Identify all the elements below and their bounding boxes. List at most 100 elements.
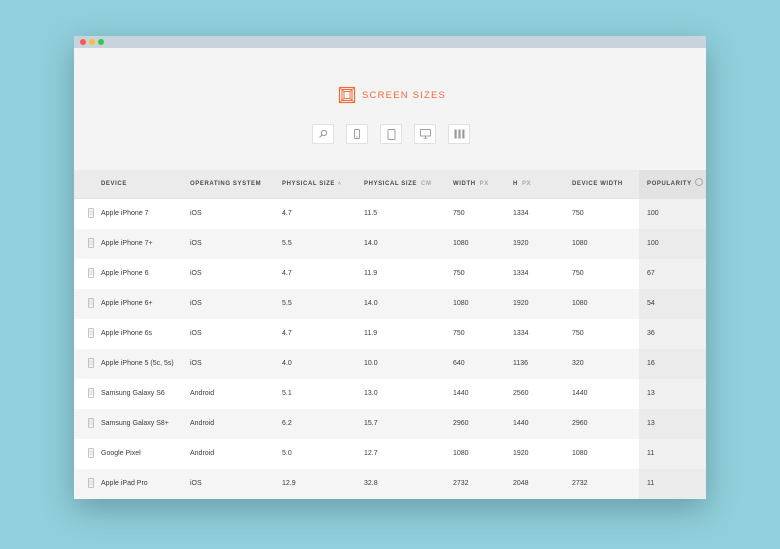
device-icon: [88, 265, 94, 283]
table-header: DEVICE OPERATING SYSTEM PHYSICAL SIZE ˄ P…: [74, 170, 706, 199]
cell-height: 1440: [513, 420, 529, 427]
cell-device: Apple iPhone 7: [101, 210, 149, 217]
table-row[interactable]: Apple iPhone 6s iOS 4.7 11.9 750 1334 750 36: [74, 319, 706, 349]
cell-device-width: 1080: [572, 450, 588, 457]
table-row[interactable]: Samsung Galaxy S8+ Android 6.2 15.7 2960 1440…: [74, 409, 706, 439]
cell-physical-size: 4.0: [282, 360, 292, 367]
table-row[interactable]: Apple iPhone 5 (5c, 5s) iOS 4.0 10.0 640 1136…: [74, 349, 706, 379]
device-icon: [88, 205, 94, 223]
cell-width: 750: [453, 330, 465, 337]
cell-popularity: 13: [647, 390, 655, 397]
cell-width: 2732: [453, 480, 469, 487]
cell-device: Apple iPhone 6s: [101, 330, 152, 337]
cell-physical-size: 5.5: [282, 300, 292, 307]
col-physical-size[interactable]: PHYSICAL SIZE ˄: [282, 170, 342, 198]
screen-sizes-logo-icon: [338, 86, 356, 104]
cell-width: 1440: [453, 390, 469, 397]
cell-device: Apple iPhone 5 (5c, 5s): [101, 360, 174, 367]
filter-toolbar: [312, 124, 482, 144]
maximize-window-button[interactable]: [98, 39, 104, 45]
cell-height: 2048: [513, 480, 529, 487]
brand-logo[interactable]: SCREEN SIZES: [338, 86, 446, 104]
cell-height: 1136: [513, 360, 529, 367]
tablet-filter-button[interactable]: [380, 124, 402, 144]
cell-os: iOS: [190, 480, 202, 487]
search-button[interactable]: [312, 124, 334, 144]
cell-physical-size: 5.0: [282, 450, 292, 457]
cell-physical-size: 4.7: [282, 330, 292, 337]
col-os[interactable]: OPERATING SYSTEM: [190, 170, 261, 198]
col-popularity[interactable]: POPULARITY: [647, 170, 703, 198]
cell-device-width: 750: [572, 330, 584, 337]
brand-title: SCREEN SIZES: [362, 89, 447, 101]
table-row[interactable]: Google Pixel Android 5.0 12.7 1080 1920 1080 11: [74, 439, 706, 469]
cell-device-width: 320: [572, 360, 584, 367]
cell-os: Android: [190, 390, 215, 397]
cell-height: 1334: [513, 330, 529, 337]
cell-os: iOS: [190, 210, 202, 217]
table-row[interactable]: Apple iPhone 6 iOS 4.7 11.9 750 1334 750 67: [74, 259, 706, 289]
device-icon: [88, 325, 94, 343]
cell-physical-size: 5.1: [282, 390, 292, 397]
cell-popularity: 54: [647, 300, 655, 307]
cell-physical-size-cm: 14.0: [364, 300, 378, 307]
cell-device-width: 750: [572, 270, 584, 277]
table-row[interactable]: Samsung Galaxy S6 Android 5.1 13.0 1440 2560 1…: [74, 379, 706, 409]
grid-icon: [454, 129, 465, 139]
col-device[interactable]: DEVICE: [101, 170, 127, 198]
cell-popularity: 36: [647, 330, 655, 337]
col-height[interactable]: H PX: [513, 170, 531, 198]
cell-width: 1080: [453, 240, 469, 247]
cell-device: Apple iPhone 6+: [101, 300, 153, 307]
cell-physical-size-cm: 32.8: [364, 480, 378, 487]
device-icon: [88, 475, 94, 493]
col-physical-size-cm[interactable]: PHYSICAL SIZE CM: [364, 170, 432, 198]
device-icon: [88, 445, 94, 463]
cell-os: iOS: [190, 360, 202, 367]
cell-device-width: 1440: [572, 390, 588, 397]
cell-width: 640: [453, 360, 465, 367]
cell-height: 1334: [513, 270, 529, 277]
table-row[interactable]: Apple iPhone 6+ iOS 5.5 14.0 1080 1920 1080 54: [74, 289, 706, 319]
cell-height: 1920: [513, 300, 529, 307]
desktop-filter-button[interactable]: [414, 124, 436, 144]
cell-height: 2560: [513, 390, 529, 397]
cell-physical-size: 12.9: [282, 480, 296, 487]
cell-os: Android: [190, 420, 215, 427]
phone-filter-button[interactable]: [346, 124, 368, 144]
all-devices-filter-button[interactable]: [448, 124, 470, 144]
cell-device-width: 1080: [572, 240, 588, 247]
cell-os: iOS: [190, 330, 202, 337]
cell-physical-size: 5.5: [282, 240, 292, 247]
table-row[interactable]: Apple iPhone 7+ iOS 5.5 14.0 1080 1920 1080 100: [74, 229, 706, 259]
cell-physical-size-cm: 13.0: [364, 390, 378, 397]
monitor-icon: [419, 129, 431, 139]
table-row[interactable]: Apple iPhone 7 iOS 4.7 11.5 750 1334 750 100: [74, 199, 706, 229]
cell-device-width: 2732: [572, 480, 588, 487]
cell-os: iOS: [190, 270, 202, 277]
device-icon: [88, 415, 94, 433]
cell-physical-size-cm: 11.9: [364, 330, 378, 337]
device-icon: [88, 355, 94, 373]
cell-device: Samsung Galaxy S6: [101, 390, 165, 397]
cell-os: Android: [190, 450, 215, 457]
cell-os: iOS: [190, 240, 202, 247]
col-device-width[interactable]: DEVICE WIDTH: [572, 170, 623, 198]
cell-height: 1920: [513, 450, 529, 457]
cell-physical-size-cm: 12.7: [364, 450, 378, 457]
cell-popularity: 13: [647, 420, 655, 427]
cell-physical-size-cm: 14.0: [364, 240, 378, 247]
cell-width: 750: [453, 210, 465, 217]
cell-device-width: 1080: [572, 300, 588, 307]
cell-width: 750: [453, 270, 465, 277]
sort-caret-icon: ˄: [338, 181, 342, 187]
cell-device: Samsung Galaxy S8+: [101, 420, 169, 427]
device-icon: [88, 295, 94, 313]
table-row[interactable]: Apple iPad Pro iOS 12.9 32.8 2732 2048 2732 11: [74, 469, 706, 499]
close-window-button[interactable]: [80, 39, 86, 45]
cell-width: 1080: [453, 300, 469, 307]
cell-physical-size-cm: 15.7: [364, 420, 378, 427]
cell-popularity: 11: [647, 480, 655, 487]
col-width[interactable]: WIDTH PX: [453, 170, 489, 198]
minimize-window-button[interactable]: [89, 39, 95, 45]
